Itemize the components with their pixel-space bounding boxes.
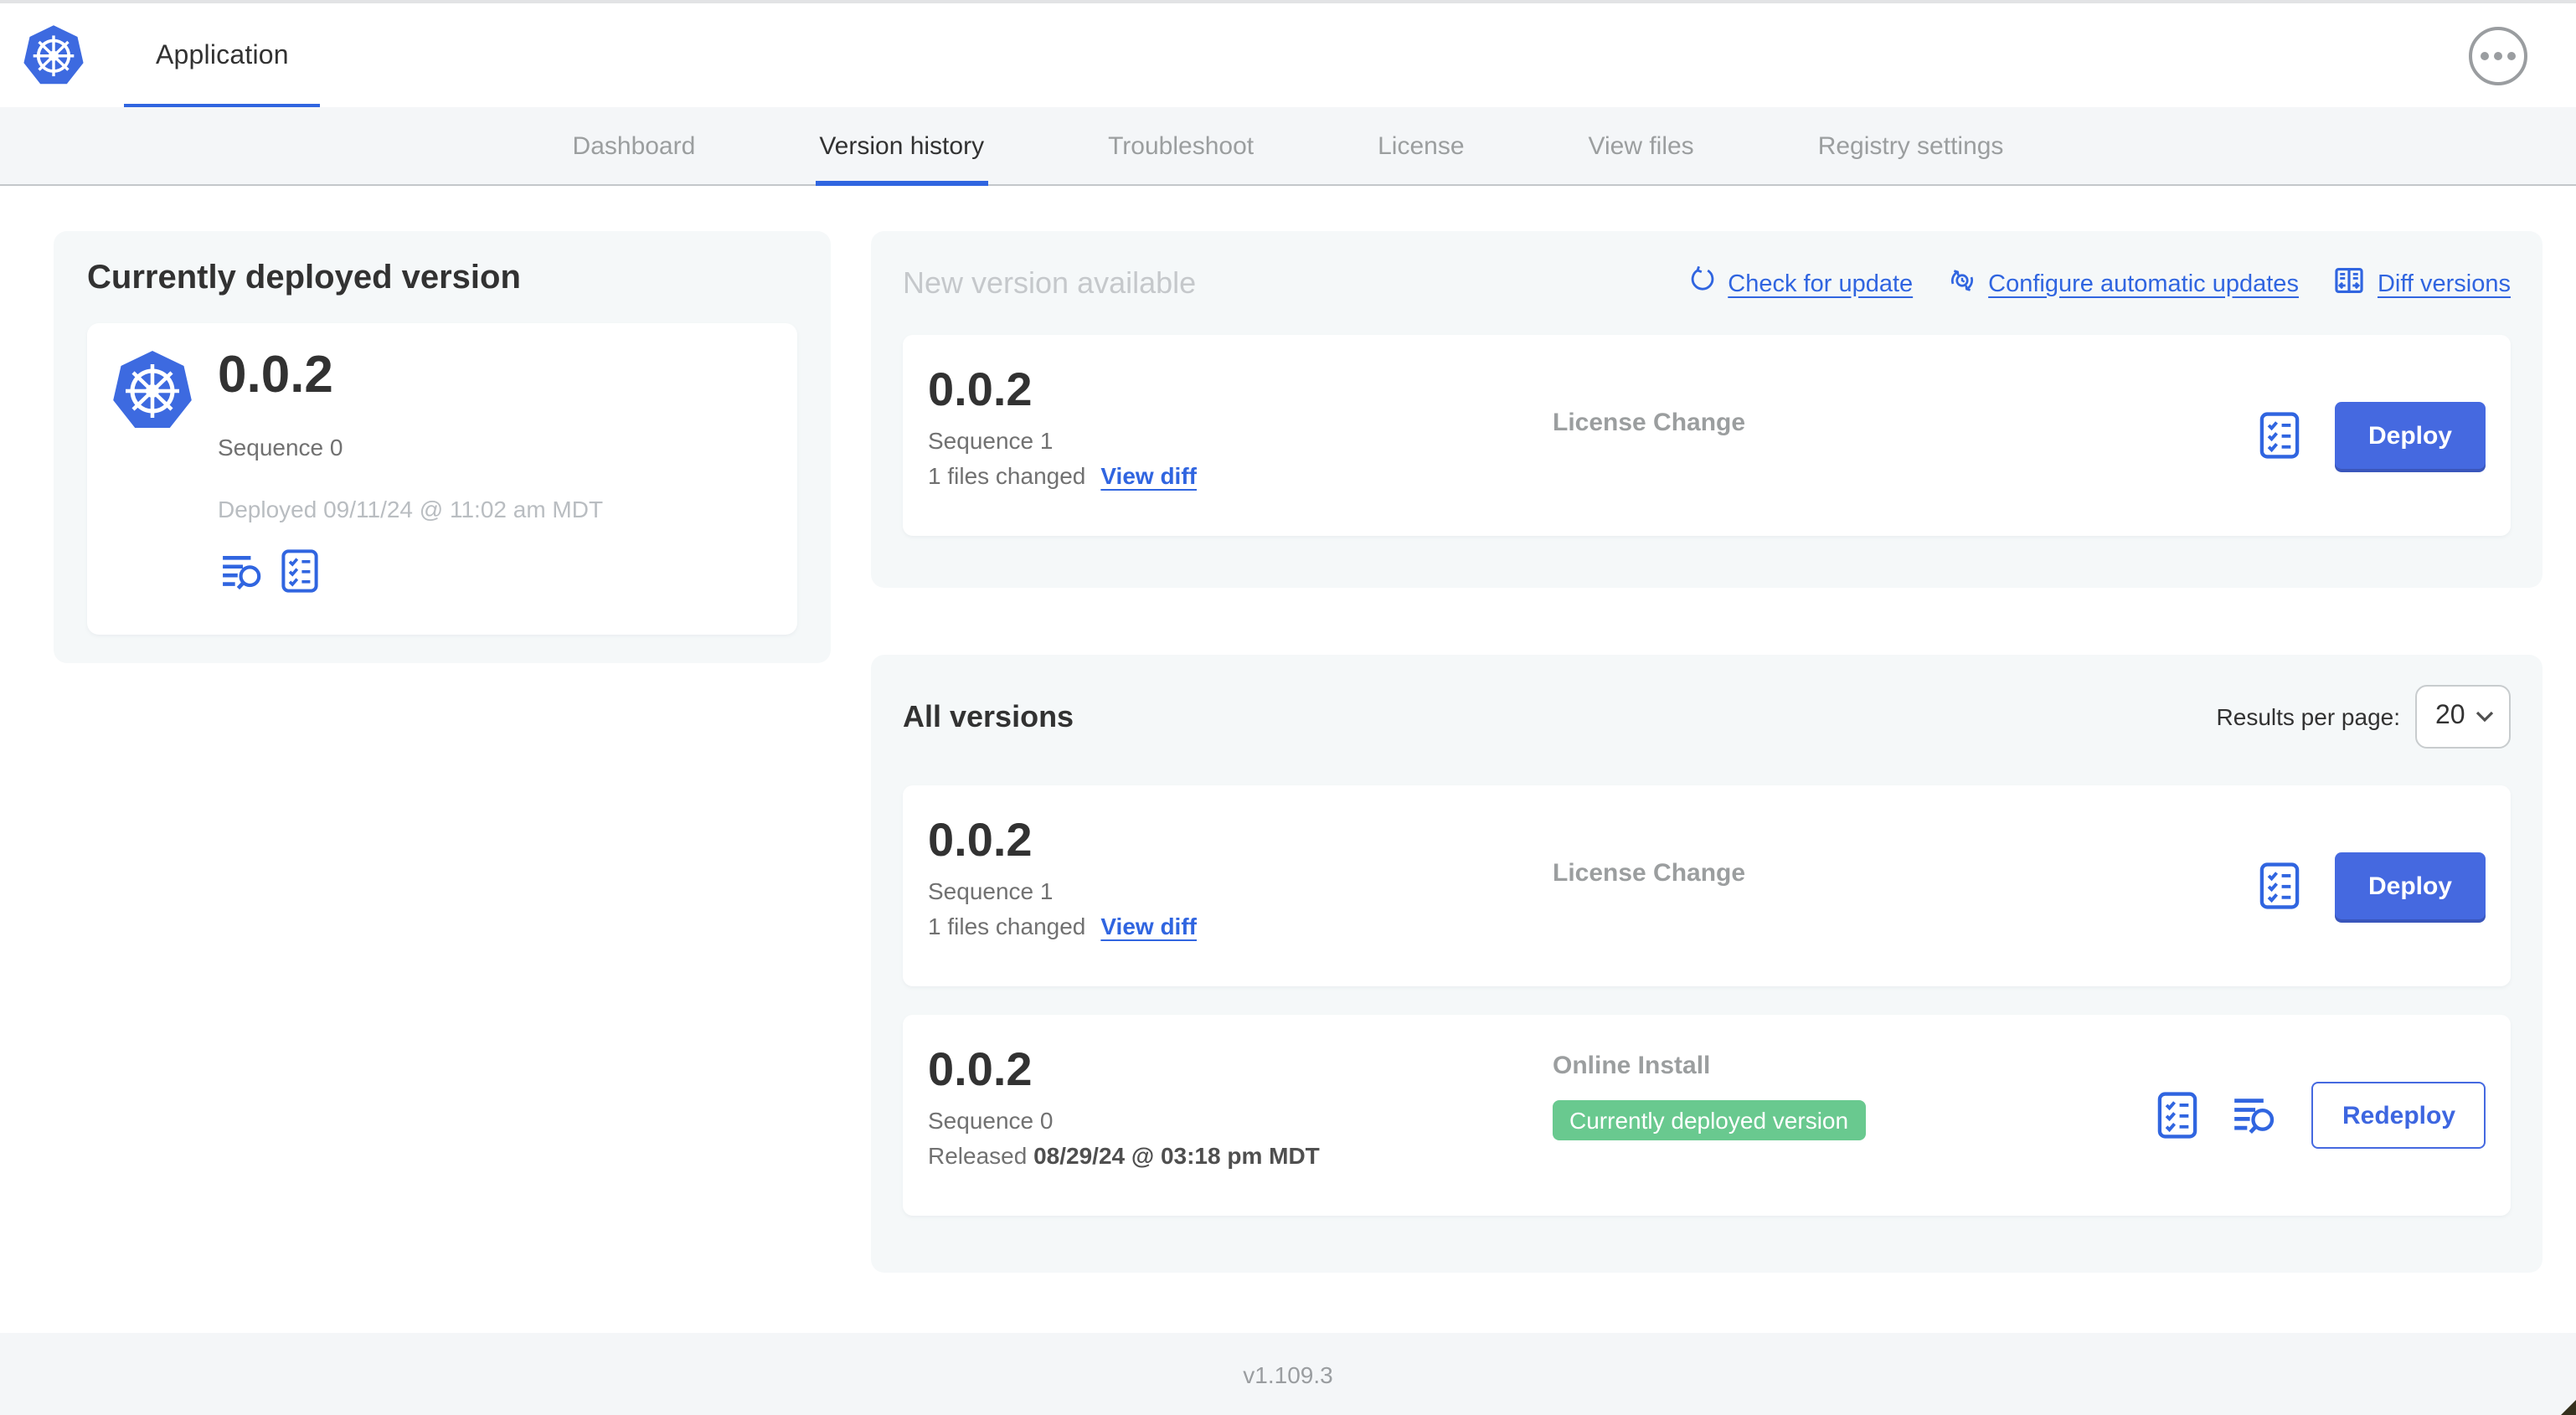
version-number: 0.0.2 [928,363,1033,415]
currently-deployed-badge: Currently deployed version [1553,1100,1866,1140]
preflight-checks-icon[interactable] [2259,412,2300,459]
files-changed-label: 1 files changed [928,913,1086,939]
version-row-sequence-1: 0.0.2 Sequence 1 1 files changed View di… [903,785,2511,986]
tab-version-history[interactable]: Version history [816,107,988,186]
current-version-deployed-at: Deployed 09/11/24 @ 11:02 am MDT [218,496,604,522]
tab-dashboard[interactable]: Dashboard [573,107,696,184]
application-tab-label: Application [156,42,289,70]
new-version-row: 0.0.2 Sequence 1 1 files changed View di… [903,335,2511,536]
all-versions-card: All versions Results per page: 20 0.0.2 … [871,655,2543,1273]
top-bar: Application [0,0,2576,111]
version-number: 0.0.2 [928,814,1033,866]
view-diff-link[interactable]: View diff [1100,462,1197,489]
more-menu-button[interactable] [2469,27,2527,85]
admin-console-page: Application Dashboard Version history Tr… [0,0,2576,1415]
kubernetes-app-icon [111,348,194,432]
current-version-sequence: Sequence 0 [218,434,343,461]
tab-license[interactable]: License [1378,107,1464,184]
section-nav: Dashboard Version history Troubleshoot L… [0,107,2576,186]
configure-automatic-updates-link[interactable]: Configure automatic updates [1948,266,2299,301]
redeploy-button[interactable]: Redeploy [2311,1082,2486,1149]
version-released-at: Released 08/29/24 @ 03:18 pm MDT [928,1142,1320,1169]
tab-application[interactable]: Application [124,3,321,111]
version-sequence: Sequence 1 [928,877,1054,904]
preflight-checks-icon[interactable] [281,549,318,593]
current-version-actions [221,549,318,593]
kubernetes-logo-icon [22,23,85,87]
diff-icon [2334,265,2366,303]
version-number: 0.0.2 [928,1043,1033,1095]
version-source: Online Install [1553,1052,1711,1080]
deploy-button[interactable]: Deploy [2334,402,2486,469]
new-version-card: New version available Check for update C… [871,231,2543,588]
refresh-icon [1687,265,1716,301]
console-version: v1.109.3 [1243,1361,1333,1387]
version-sequence: Sequence 0 [928,1107,1054,1134]
chevron-down-icon [2476,702,2494,732]
view-diff-link[interactable]: View diff [1100,913,1197,939]
currently-deployed-card: Currently deployed version 0.0.2 Sequenc… [54,231,831,663]
screen-corner-artifact [2561,1400,2576,1415]
preflight-checks-icon[interactable] [2259,862,2300,909]
version-actions-links: Check for update Configure automatic upd… [1687,265,2511,303]
clock-refresh-icon [1948,266,1976,301]
diff-versions-link[interactable]: Diff versions [2334,265,2511,303]
new-version-title: New version available [903,266,1197,300]
tab-view-files[interactable]: View files [1589,107,1694,184]
current-version-number: 0.0.2 [218,345,333,404]
version-sequence: Sequence 1 [928,427,1054,454]
deploy-logs-icon[interactable] [2233,1095,2277,1135]
footer: v1.109.3 [0,1333,2576,1415]
current-version-detail: 0.0.2 Sequence 0 Deployed 09/11/24 @ 11:… [87,323,797,635]
deploy-button[interactable]: Deploy [2334,852,2486,919]
deploy-logs-icon[interactable] [221,552,263,590]
results-per-page-select[interactable]: 20 [2415,685,2511,749]
version-source: License Change [1553,859,1746,888]
results-per-page-label: Results per page: [2216,703,2400,730]
ellipsis-icon [2481,52,2489,60]
preflight-checks-icon[interactable] [2158,1092,2198,1139]
currently-deployed-title: Currently deployed version [87,260,521,296]
tab-registry-settings[interactable]: Registry settings [1818,107,2004,184]
check-for-update-link[interactable]: Check for update [1687,265,1913,301]
all-versions-title: All versions [903,699,1074,733]
version-source: License Change [1553,409,1746,437]
tab-troubleshoot[interactable]: Troubleshoot [1108,107,1254,184]
version-row-sequence-0: 0.0.2 Sequence 0 Released 08/29/24 @ 03:… [903,1015,2511,1216]
files-changed-label: 1 files changed [928,462,1086,489]
